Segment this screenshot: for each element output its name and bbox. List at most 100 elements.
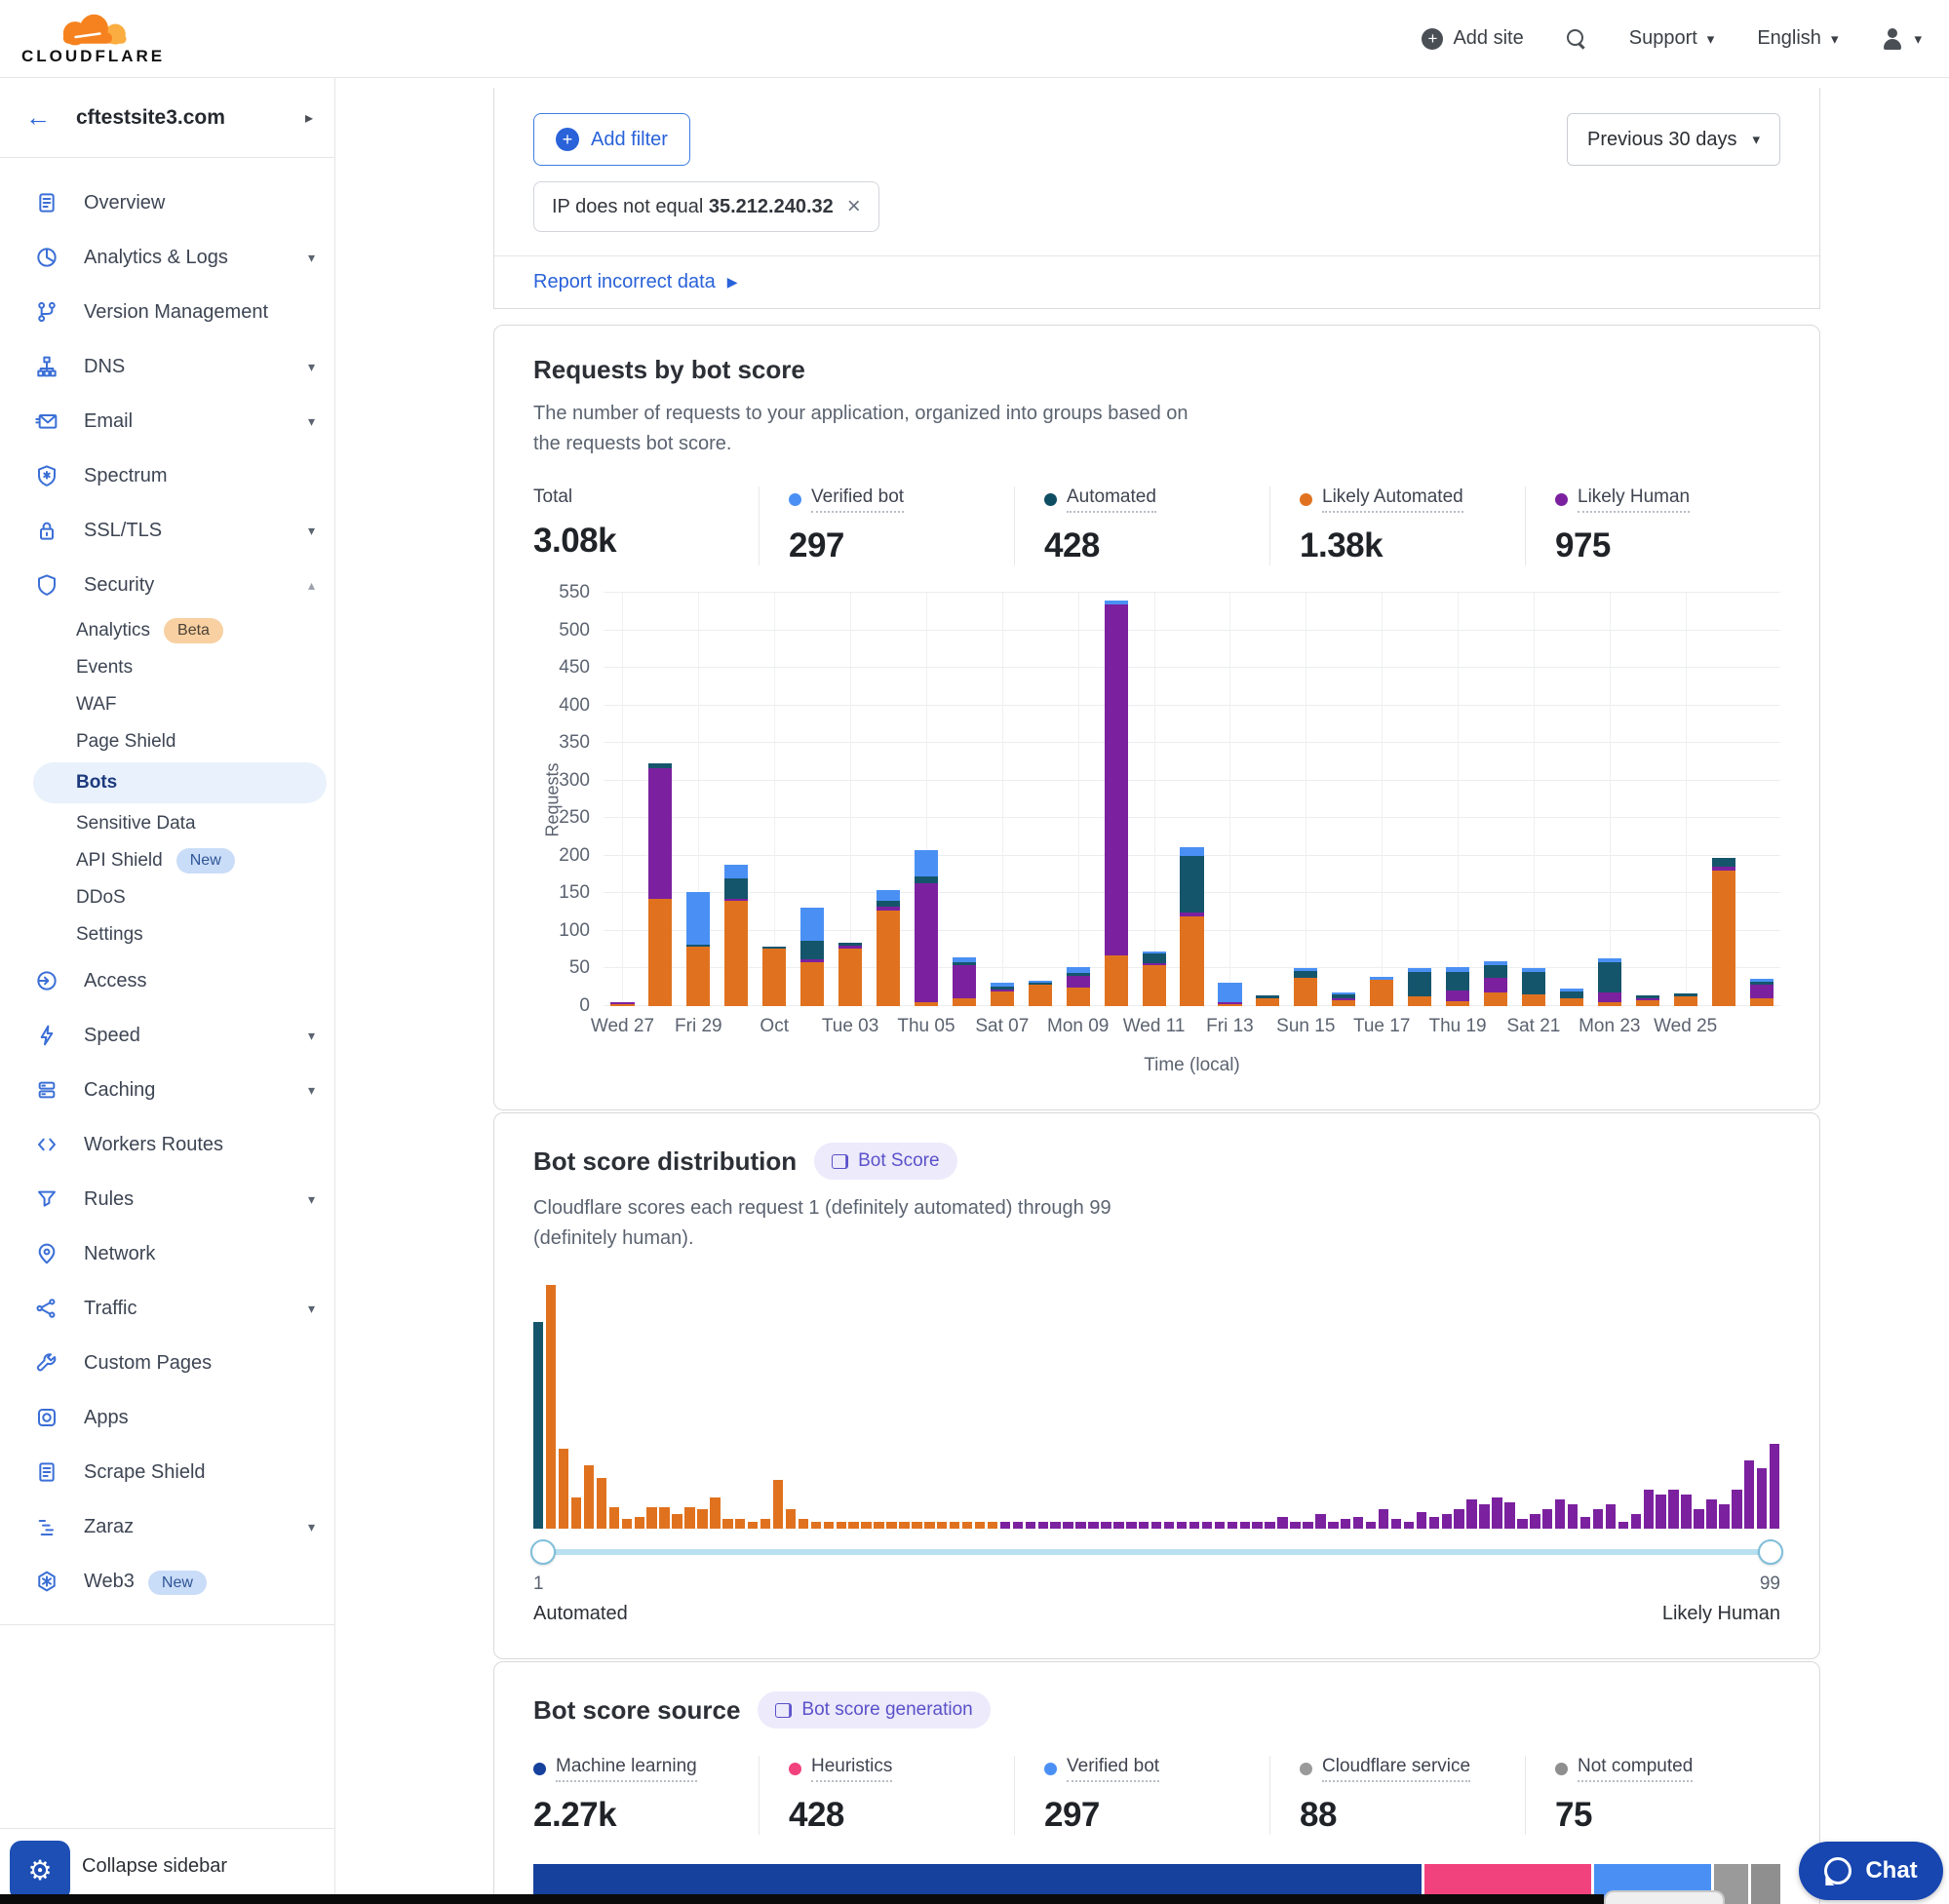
histogram-bar[interactable] <box>609 1507 619 1530</box>
sidebar-subitem-bots[interactable]: Bots <box>33 762 327 803</box>
cloudflare-logo[interactable]: CLOUDFLARE <box>21 14 165 64</box>
sidebar-subitem-analytics[interactable]: AnalyticsBeta <box>0 612 334 649</box>
sidebar-item-spectrum[interactable]: Spectrum <box>0 448 334 503</box>
histogram-bar[interactable] <box>1429 1517 1439 1530</box>
histogram-bar[interactable] <box>1732 1490 1741 1529</box>
stacked-bar[interactable] <box>686 892 710 1006</box>
settings-gear-button[interactable]: ⚙ <box>10 1841 70 1901</box>
stacked-bar[interactable] <box>648 763 672 1006</box>
histogram-bar[interactable] <box>1126 1522 1136 1530</box>
histogram-bar[interactable] <box>748 1522 758 1530</box>
stacked-bar[interactable] <box>1712 858 1735 1006</box>
sidebar-subitem-ddos[interactable]: DDoS <box>0 879 334 916</box>
histogram-bar[interactable] <box>1215 1522 1225 1530</box>
stat-label-text[interactable]: Verified bot <box>811 486 904 513</box>
sidebar-subitem-api-shield[interactable]: API ShieldNew <box>0 842 334 879</box>
histogram-bar[interactable] <box>533 1322 543 1530</box>
sidebar-item-caching[interactable]: Caching▾ <box>0 1063 334 1117</box>
stacked-bar[interactable] <box>915 850 938 1006</box>
histogram-bar[interactable] <box>988 1522 997 1530</box>
account-menu[interactable]: ▾ <box>1881 28 1922 50</box>
histogram-bar[interactable] <box>799 1519 808 1529</box>
histogram-bar[interactable] <box>975 1522 985 1530</box>
stacked-bar[interactable] <box>1143 952 1166 1006</box>
histogram-bar[interactable] <box>1479 1504 1489 1529</box>
histogram-bar[interactable] <box>1013 1522 1023 1530</box>
histogram-bar[interactable] <box>672 1514 682 1529</box>
stat-label-text[interactable]: Likely Automated <box>1322 486 1463 513</box>
histogram-bar[interactable] <box>811 1522 821 1530</box>
stat-label-text[interactable]: Cloudflare service <box>1322 1756 1470 1782</box>
sidebar-item-ssl-tls[interactable]: SSL/TLS▾ <box>0 503 334 558</box>
histogram-bar[interactable] <box>597 1478 606 1530</box>
histogram-bar[interactable] <box>1341 1519 1350 1529</box>
histogram-bar[interactable] <box>1328 1522 1338 1530</box>
histogram-bar[interactable] <box>1504 1502 1514 1530</box>
histogram-bar[interactable] <box>622 1519 632 1529</box>
stacked-bar[interactable] <box>1636 995 1659 1006</box>
histogram-bar[interactable] <box>635 1517 644 1530</box>
sidebar-item-rules[interactable]: Rules▾ <box>0 1172 334 1226</box>
stat-label-text[interactable]: Machine learning <box>556 1756 697 1782</box>
sidebar-item-version-management[interactable]: Version Management <box>0 285 334 339</box>
histogram-bar[interactable] <box>1303 1522 1312 1530</box>
back-arrow-icon[interactable]: ← <box>25 102 51 133</box>
histogram-bar[interactable] <box>1555 1499 1565 1529</box>
sidebar-item-traffic[interactable]: Traffic▾ <box>0 1281 334 1336</box>
site-selector[interactable]: ← cftestsite3.com ▸ <box>0 78 334 158</box>
slider-handle-min[interactable] <box>530 1539 556 1565</box>
stacked-bar[interactable] <box>1408 968 1431 1006</box>
histogram-bar[interactable] <box>1252 1522 1262 1530</box>
histogram-bar[interactable] <box>1050 1522 1060 1530</box>
histogram-bar[interactable] <box>962 1522 972 1530</box>
sidebar-item-overview[interactable]: Overview <box>0 175 334 230</box>
histogram-bar[interactable] <box>1000 1522 1010 1530</box>
histogram-bar[interactable] <box>1580 1517 1590 1530</box>
stat-label-text[interactable]: Not computed <box>1578 1756 1693 1782</box>
sidebar-item-analytics-logs[interactable]: Analytics & Logs▾ <box>0 230 334 285</box>
histogram-bar[interactable] <box>722 1519 732 1529</box>
stacked-bar[interactable] <box>1067 967 1090 1006</box>
sidebar-item-zaraz[interactable]: Zaraz▾ <box>0 1499 334 1554</box>
bot-score-badge[interactable]: Bot Score <box>814 1143 956 1180</box>
histogram-bar[interactable] <box>1530 1514 1540 1529</box>
histogram-bar[interactable] <box>1404 1522 1414 1530</box>
stat-label-text[interactable]: Heuristics <box>811 1756 892 1782</box>
stacked-bar[interactable] <box>762 947 786 1006</box>
sidebar-subitem-events[interactable]: Events <box>0 649 334 686</box>
stacked-bar[interactable] <box>1029 981 1052 1006</box>
stacked-bar[interactable] <box>991 983 1014 1006</box>
histogram-bar[interactable] <box>1757 1468 1767 1530</box>
stacked-bar[interactable] <box>953 957 976 1006</box>
date-range-select[interactable]: Previous 30 days ▾ <box>1567 113 1780 166</box>
histogram-bar[interactable] <box>1681 1495 1691 1529</box>
support-menu[interactable]: Support ▾ <box>1629 27 1715 50</box>
histogram-bar[interactable] <box>1088 1522 1098 1530</box>
histogram-bar[interactable] <box>1644 1490 1654 1529</box>
histogram-bar[interactable] <box>874 1522 883 1530</box>
report-incorrect-data-link[interactable]: Report incorrect data ▶ <box>533 271 738 293</box>
histogram-bar[interactable] <box>824 1522 834 1530</box>
histogram-bar[interactable] <box>773 1480 783 1529</box>
slider-handle-max[interactable] <box>1758 1539 1783 1565</box>
filter-chip[interactable]: IP does not equal 35.212.240.32 × <box>533 181 879 232</box>
histogram-bar[interactable] <box>546 1285 556 1529</box>
stat-label-text[interactable]: Verified bot <box>1067 1756 1159 1782</box>
histogram-bar[interactable] <box>1656 1495 1665 1529</box>
stat-label-text[interactable]: Likely Human <box>1578 486 1690 513</box>
histogram-bar[interactable] <box>646 1507 656 1530</box>
histogram-bar[interactable] <box>1454 1509 1463 1529</box>
stacked-bar[interactable] <box>838 943 862 1006</box>
histogram-bar[interactable] <box>1466 1499 1476 1529</box>
histogram-bar[interactable] <box>1568 1504 1578 1529</box>
histogram-bar[interactable] <box>1038 1522 1048 1530</box>
sidebar-item-apps[interactable]: Apps <box>0 1390 334 1445</box>
close-icon[interactable]: × <box>847 193 861 220</box>
stacked-bar[interactable] <box>877 890 900 1006</box>
histogram-bar[interactable] <box>861 1522 871 1530</box>
sidebar-item-access[interactable]: Access <box>0 953 334 1008</box>
histogram-bar[interactable] <box>1631 1514 1641 1529</box>
stacked-bar[interactable] <box>610 1002 634 1006</box>
sidebar-item-dns[interactable]: DNS▾ <box>0 339 334 394</box>
language-menu[interactable]: English ▾ <box>1757 27 1838 50</box>
